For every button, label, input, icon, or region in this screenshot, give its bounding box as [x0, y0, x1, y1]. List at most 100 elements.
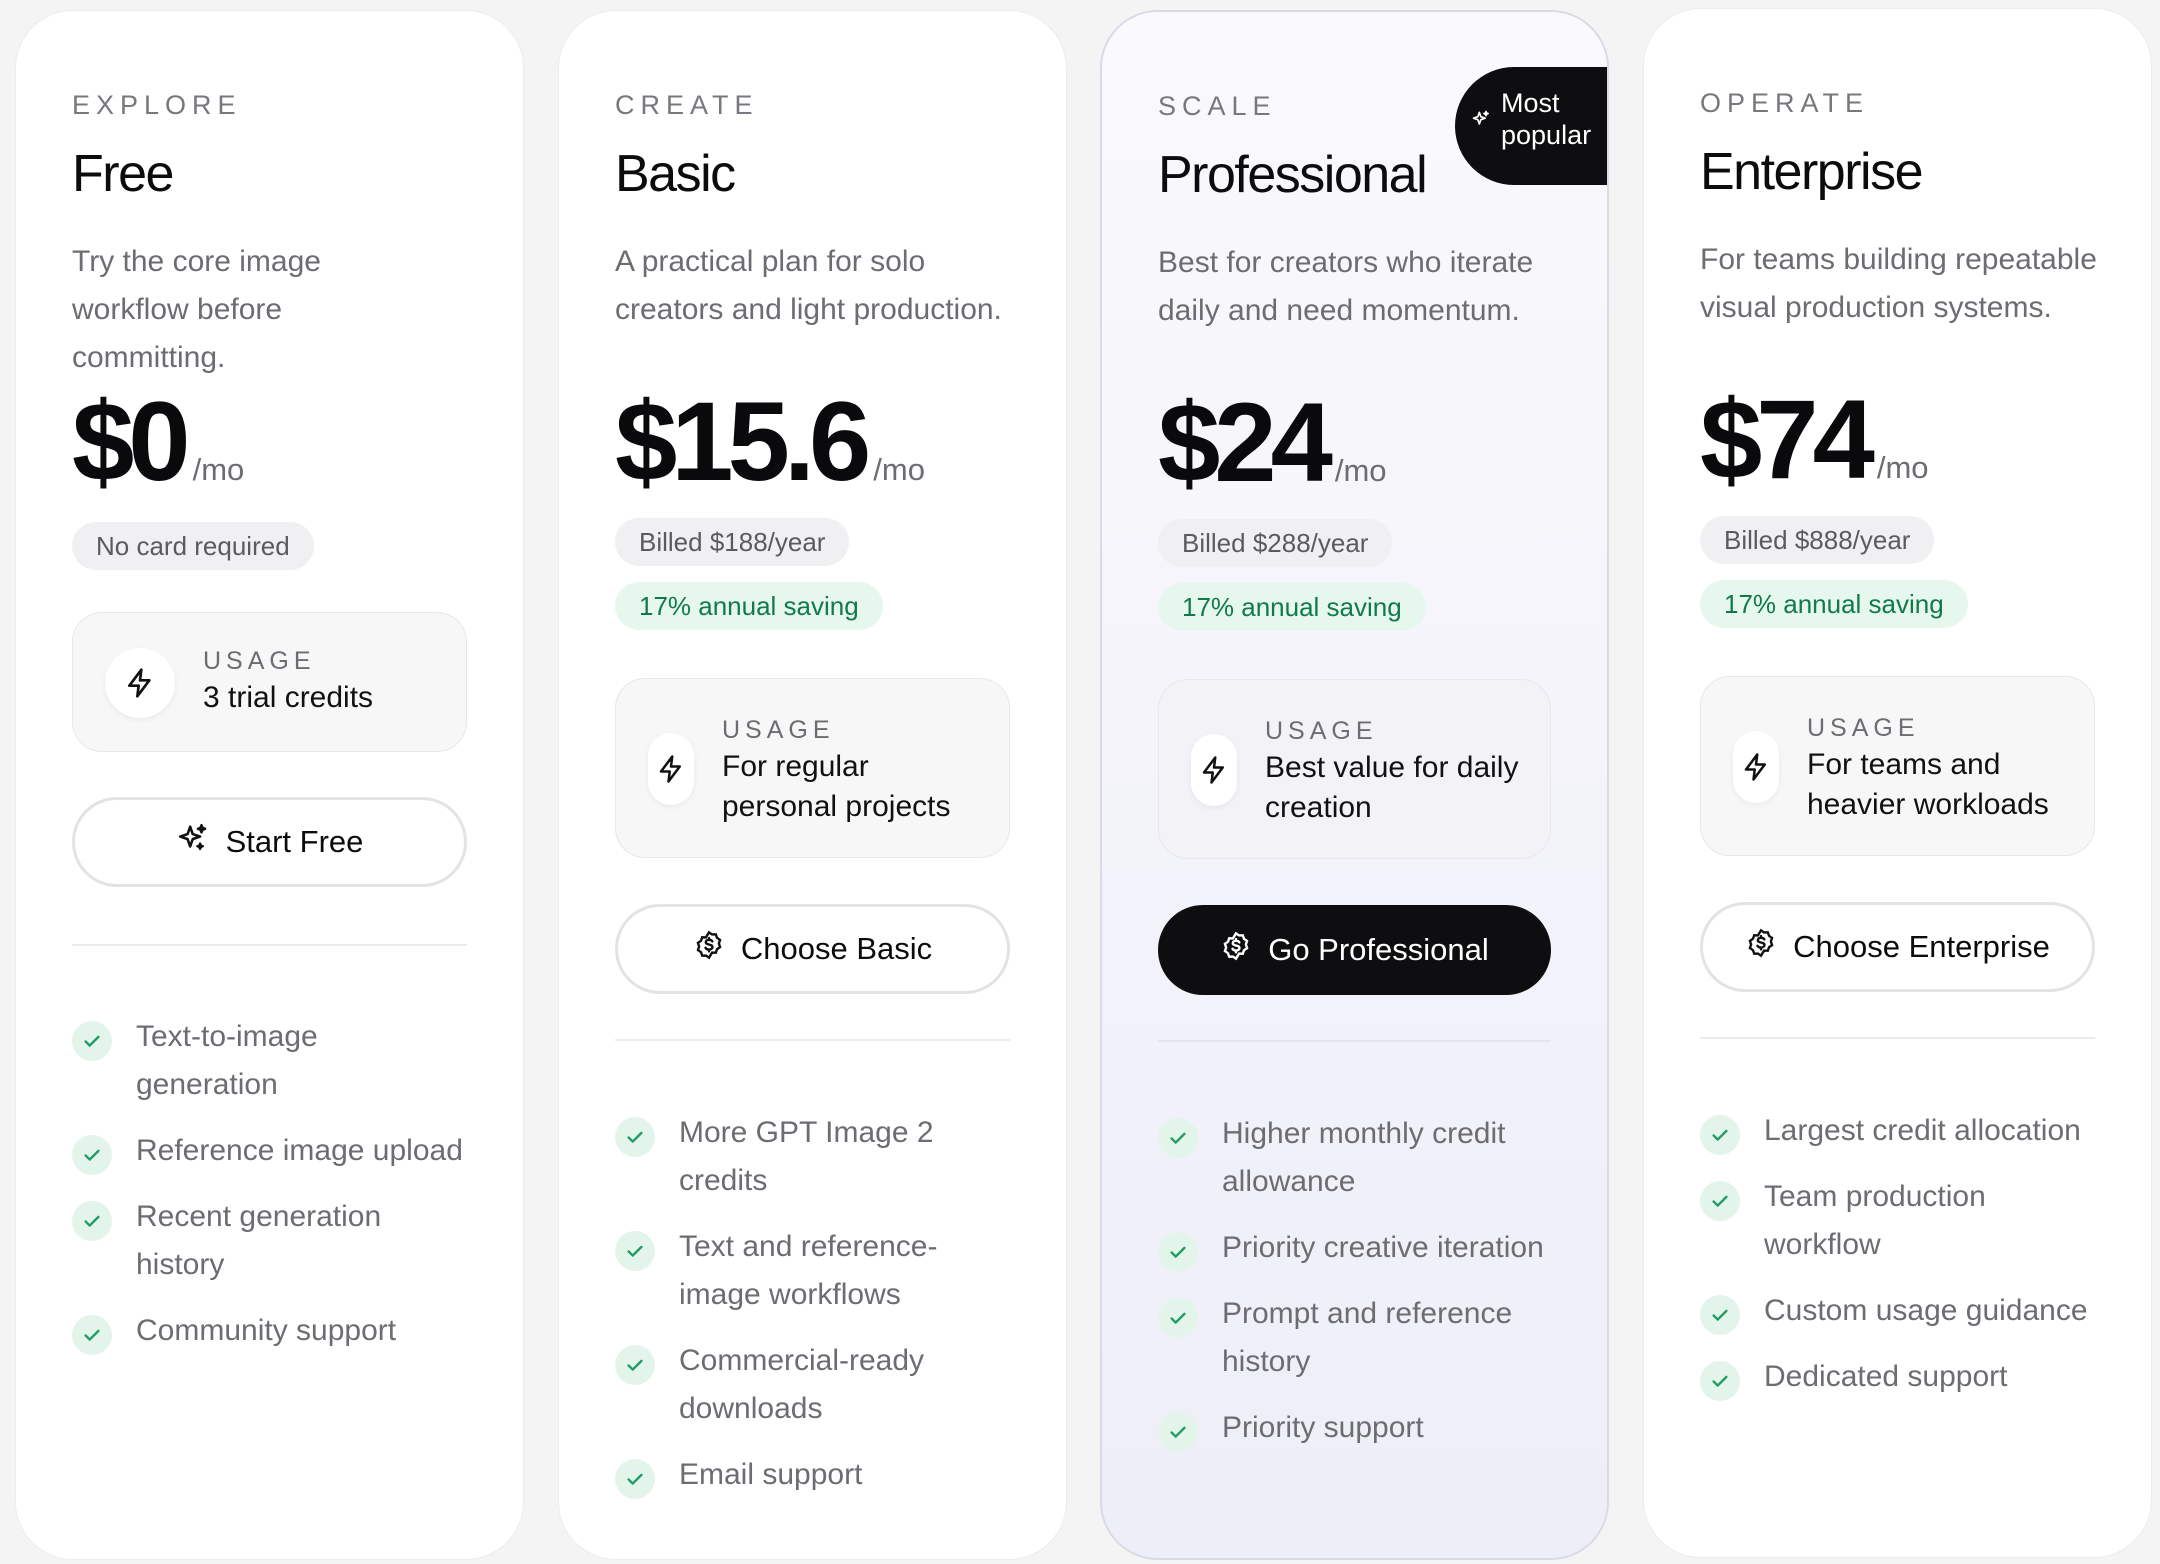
sparkles-icon	[176, 821, 210, 863]
check-icon	[1700, 1115, 1740, 1155]
feature-item: More GPT Image 2 credits	[615, 1115, 1010, 1205]
choose-enterprise-button[interactable]: Choose Enterprise	[1700, 902, 2095, 992]
plan-price: $0	[72, 379, 191, 504]
feature-item: Prompt and reference history	[1158, 1296, 1551, 1386]
check-icon	[615, 1231, 655, 1271]
feature-text: Largest credit allocation	[1764, 1114, 2081, 1147]
usage-box: USAGE Best value for daily creation	[1158, 679, 1551, 859]
plan-price: $24	[1158, 380, 1333, 505]
lightning-icon	[648, 733, 694, 805]
check-icon	[1700, 1361, 1740, 1401]
feature-item: Custom usage guidance	[1700, 1293, 2095, 1335]
billing-note: Billed $888/year	[1700, 516, 1935, 564]
feature-list: More GPT Image 2 credits Text and refere…	[615, 1115, 1010, 1523]
dollar-circle-icon	[1220, 930, 1252, 970]
plan-name: Enterprise	[1700, 143, 1924, 201]
check-icon	[1700, 1295, 1740, 1335]
price-row: $74 /mo	[1700, 384, 1929, 496]
dollar-circle-icon	[1745, 927, 1777, 967]
plan-description: Try the core image workflow before commi…	[72, 245, 321, 374]
feature-text: Priority creative iteration	[1222, 1231, 1544, 1264]
usage-box: USAGE 3 trial credits	[72, 612, 467, 752]
check-icon	[1158, 1232, 1198, 1272]
price-row: $15.6 /mo	[615, 386, 925, 498]
price-period: /mo	[1334, 453, 1387, 488]
feature-item: Higher monthly credit allowance	[1158, 1116, 1551, 1206]
usage-label: USAGE	[1265, 717, 1378, 745]
usage-value: For regular personal projects	[722, 750, 951, 823]
billing-note: No card required	[72, 522, 314, 570]
saving-badge: 17% annual saving	[1158, 583, 1426, 631]
feature-text: Dedicated support	[1764, 1360, 2008, 1393]
feature-item: Email support	[615, 1457, 1010, 1499]
feature-text: Team production workflow	[1764, 1180, 1986, 1261]
feature-item: Text and reference-image workflows	[615, 1229, 1010, 1319]
feature-item: Largest credit allocation	[1700, 1113, 2095, 1155]
feature-item: Reference image upload	[72, 1133, 467, 1175]
billing-note: Billed $188/year	[615, 518, 850, 566]
feature-text: Commercial-ready downloads	[679, 1344, 925, 1425]
check-icon	[1158, 1118, 1198, 1158]
plan-tier: OPERATE	[1700, 88, 1870, 118]
lightning-icon	[1733, 731, 1779, 803]
saving-badge: 17% annual saving	[1700, 580, 1968, 628]
plan-card-enterprise: OPERATE Enterprise For teams building re…	[1643, 8, 2152, 1558]
feature-text: Text and reference-image workflows	[679, 1230, 938, 1311]
plan-tier: CREATE	[615, 90, 759, 120]
usage-box: USAGE For regular personal projects	[615, 678, 1010, 858]
plan-price: $15.6	[615, 379, 871, 504]
check-icon	[72, 1315, 112, 1355]
usage-box: USAGE For teams and heavier workloads	[1700, 676, 2095, 856]
feature-text: Higher monthly credit allowance	[1222, 1117, 1506, 1198]
usage-value: 3 trial credits	[203, 681, 374, 714]
plan-price: $74	[1700, 377, 1875, 502]
feature-item: Team production workflow	[1700, 1179, 2095, 1269]
check-icon	[1158, 1298, 1198, 1338]
plan-description: Best for creators who iterate daily and …	[1158, 246, 1534, 327]
divider	[72, 944, 467, 946]
feature-text: Prompt and reference history	[1222, 1297, 1513, 1378]
feature-item: Commercial-ready downloads	[615, 1343, 1010, 1433]
feature-item: Text-to-image generation	[72, 1019, 467, 1109]
plan-tier: SCALE	[1158, 91, 1277, 121]
price-period: /mo	[192, 452, 245, 487]
plan-name: Professional	[1158, 146, 1428, 204]
saving-badge: 17% annual saving	[615, 582, 883, 630]
go-professional-button[interactable]: Go Professional	[1158, 905, 1551, 995]
plan-card-professional: Most popular SCALE Professional Best for…	[1100, 10, 1609, 1560]
usage-label: USAGE	[203, 647, 316, 675]
button-label: Choose Basic	[740, 931, 933, 966]
check-icon	[72, 1021, 112, 1061]
divider	[615, 1039, 1010, 1041]
feature-item: Recent generation history	[72, 1199, 467, 1289]
feature-text: Recent generation history	[136, 1200, 382, 1281]
plan-card-free: EXPLORE Free Try the core image workflow…	[15, 10, 524, 1560]
price-period: /mo	[873, 452, 925, 487]
lightning-icon	[105, 648, 175, 718]
feature-text: Community support	[136, 1314, 397, 1347]
check-icon	[1158, 1412, 1198, 1452]
check-icon	[72, 1135, 112, 1175]
plan-name: Free	[72, 145, 174, 203]
usage-value: Best value for daily creation	[1265, 751, 1519, 824]
check-icon	[615, 1459, 655, 1499]
plan-description: For teams building repeatable visual pro…	[1700, 243, 2097, 324]
check-icon	[72, 1201, 112, 1241]
choose-basic-button[interactable]: Choose Basic	[615, 904, 1010, 994]
divider	[1700, 1037, 2095, 1039]
usage-value: For teams and heavier workloads	[1807, 748, 2049, 821]
feature-list: Higher monthly credit allowance Priority…	[1158, 1116, 1551, 1476]
start-free-button[interactable]: Start Free	[72, 797, 467, 887]
feature-text: Priority support	[1222, 1411, 1424, 1444]
feature-list: Text-to-image generation Reference image…	[72, 1019, 467, 1379]
usage-label: USAGE	[722, 716, 835, 744]
feature-item: Priority support	[1158, 1410, 1551, 1452]
feature-text: Text-to-image generation	[136, 1020, 318, 1101]
feature-item: Dedicated support	[1700, 1359, 2095, 1401]
check-icon	[615, 1345, 655, 1385]
feature-text: Custom usage guidance	[1764, 1294, 2088, 1327]
lightning-icon	[1191, 734, 1237, 806]
divider	[1158, 1040, 1551, 1042]
usage-label: USAGE	[1807, 714, 1920, 742]
feature-item: Community support	[72, 1313, 467, 1355]
